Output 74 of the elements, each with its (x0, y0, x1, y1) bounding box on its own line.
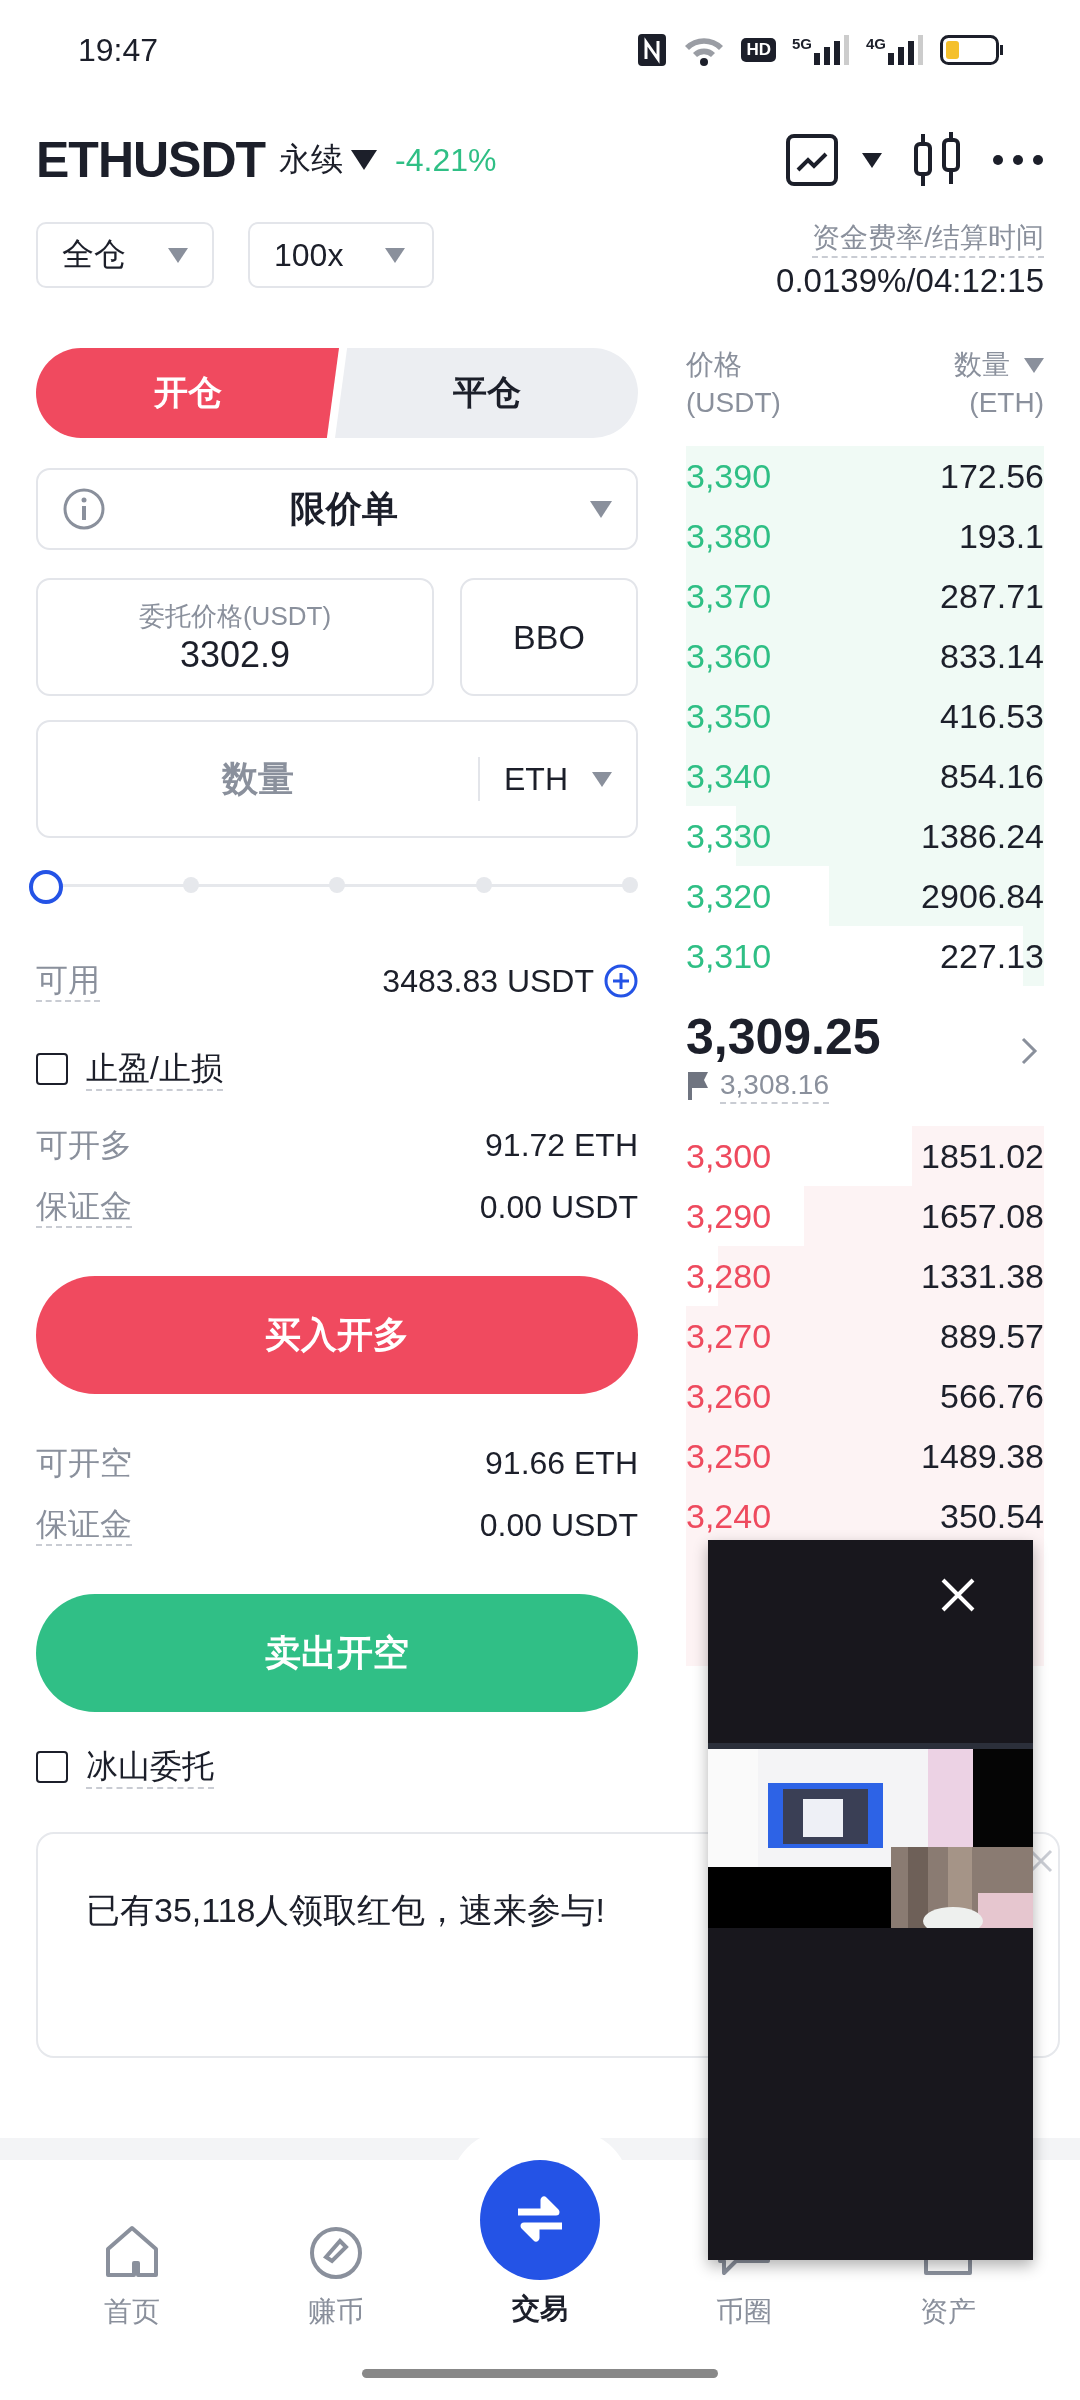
order-tab[interactable]: 开仓 (36, 348, 339, 438)
checkbox-label: 冰山委托 (86, 1745, 214, 1789)
price-change: -4.21% (395, 141, 497, 179)
order-row[interactable]: 3,240 350.54 (686, 1486, 1044, 1546)
info-label: 保证金 (36, 1186, 132, 1228)
available-value: 3483.83 USDT (382, 962, 594, 1000)
nav-tab[interactable]: 交易 (470, 2160, 610, 2400)
order-amount: 227.13 (940, 936, 1044, 976)
order-row[interactable]: 3,370 287.71 (686, 566, 1044, 626)
leverage-dropdown[interactable]: 100x (248, 222, 434, 288)
info-value: 91.66 ETH (485, 1444, 638, 1482)
order-row[interactable]: 3,330 1386.24 (686, 806, 1044, 866)
info-value: 91.72 ETH (485, 1126, 638, 1164)
order-row[interactable]: 3,380 193.1 (686, 506, 1044, 566)
order-row[interactable]: 3,340 854.16 (686, 746, 1044, 806)
order-row[interactable]: 3,250 1489.38 (686, 1426, 1044, 1486)
order-row[interactable]: 3,320 2906.84 (686, 866, 1044, 926)
order-amount: 416.53 (940, 696, 1044, 736)
order-amount: 889.57 (940, 1316, 1044, 1356)
order-price[interactable]: 3,300 (686, 1136, 772, 1176)
price-field[interactable]: 委托价格(USDT) 3302.9 (36, 578, 434, 696)
order-type-dropdown[interactable]: 限价单 (36, 468, 638, 550)
order-amount: 1386.24 (921, 816, 1044, 856)
order-amount: 193.1 (958, 516, 1044, 556)
order-amount: 1489.38 (921, 1436, 1044, 1476)
column-unit: (ETH) (969, 386, 1044, 420)
order-row[interactable]: 3,260 566.76 (686, 1366, 1044, 1426)
info-value: 0.00 USDT (479, 1188, 638, 1226)
banner-text: 已有35,118人领取红包，速来参与! (86, 1890, 606, 1931)
funding-label: 资金费率/结算时间 (812, 220, 1044, 258)
available-label: 可用 (36, 960, 100, 1002)
order-price[interactable]: 3,290 (686, 1196, 772, 1236)
order-tab[interactable]: 平仓 (335, 348, 638, 438)
checkbox-label: 止盈/止损 (86, 1047, 223, 1091)
price-label: 委托价格(USDT) (138, 599, 332, 633)
order-amount: 2906.84 (921, 876, 1044, 916)
order-row[interactable]: 3,360 833.14 (686, 626, 1044, 686)
order-row[interactable]: 3,390 172.56 (686, 446, 1044, 506)
column-unit: (USDT) (686, 386, 781, 420)
mark-price: 3,308.16 (720, 1068, 829, 1104)
order-amount: 1331.38 (921, 1256, 1044, 1296)
order-row[interactable]: 3,290 1657.08 (686, 1186, 1044, 1246)
column-header: 价格 (686, 348, 742, 382)
margin-mode-dropdown[interactable]: 全仓 (36, 222, 214, 288)
unit-label[interactable]: ETH (504, 760, 568, 798)
info-label: 保证金 (36, 1504, 132, 1546)
order-row[interactable]: 3,280 1331.38 (686, 1246, 1044, 1306)
order-amount: 1657.08 (921, 1196, 1044, 1236)
quantity-input[interactable]: 数量 (38, 757, 478, 801)
network-label: 4G (866, 35, 886, 52)
order-row[interactable]: 3,310 227.13 (686, 926, 1044, 986)
contract-type[interactable]: 永续 (279, 138, 344, 182)
order-amount: 833.14 (940, 636, 1044, 676)
order-amount: 287.71 (940, 576, 1044, 616)
order-amount: 854.16 (940, 756, 1044, 796)
order-amount: 172.56 (940, 456, 1044, 496)
bbo-button[interactable]: BBO (460, 578, 638, 696)
last-price: 3,309.25 (686, 1008, 881, 1066)
info-label: 可开多 (36, 1126, 132, 1165)
quantity-field[interactable]: 数量 ETH (36, 720, 638, 838)
order-amount: 1851.02 (921, 1136, 1044, 1176)
order-row[interactable]: 3,300 1851.02 (686, 1126, 1044, 1186)
order-row[interactable]: 3,350 416.53 (686, 686, 1044, 746)
order-amount: 566.76 (940, 1376, 1044, 1416)
pair-symbol[interactable]: ETHUSDT (36, 131, 266, 189)
status-time: 19:47 (78, 31, 159, 69)
network-label: 5G (791, 35, 812, 52)
info-value: 0.00 USDT (479, 1506, 638, 1544)
info-label: 可开空 (36, 1444, 132, 1483)
funding-value: 0.0139%/04:12:15 (776, 262, 1044, 300)
buy-long-button[interactable]: 买入开多 (36, 1276, 638, 1394)
hd-badge: HD (741, 38, 776, 62)
order-row[interactable]: 3,270 889.57 (686, 1306, 1044, 1366)
order-amount: 350.54 (940, 1496, 1044, 1536)
